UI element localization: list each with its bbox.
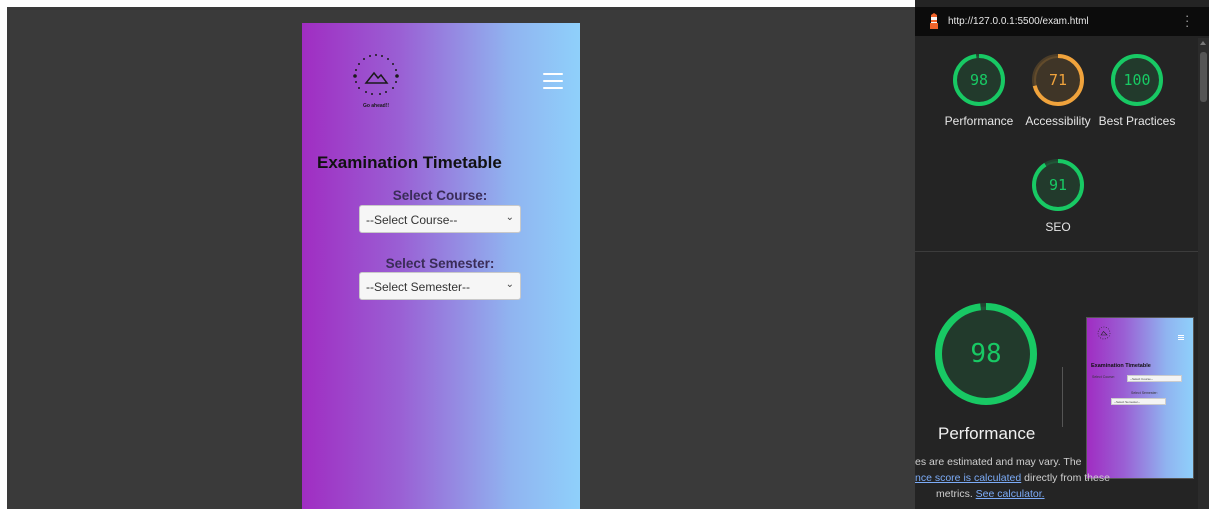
accessibility-score: 71 [1048,71,1068,89]
chevron-down-icon: ⌄ [505,279,514,290]
semester-select[interactable]: --Select Semester-- ⌄ [359,272,521,300]
performance-big-gauge: 98 [935,303,1037,405]
performance-gauge[interactable]: 98 [953,54,1005,106]
course-select[interactable]: --Select Course-- ⌄ [359,205,521,233]
performance-label: Performance [944,114,1014,128]
lighthouse-icon [930,13,938,29]
metrics-note-line2-text: directly from these [1021,472,1110,484]
scrollbar-thumb[interactable] [1200,52,1207,102]
logo-caption: Go ahead!! [363,103,389,109]
thumbnail-course-label: Select Course: [1092,375,1115,379]
mobile-preview: Go ahead!! Examination Timetable Select … [302,23,580,509]
performance-score: 98 [969,71,989,89]
seo-label: SEO [1045,220,1071,234]
best-practices-score: 100 [1123,71,1151,89]
page-screenshot-thumbnail[interactable]: Examination Timetable Select Course: --S… [1086,317,1194,479]
thumbnail-semester-select: --Select Semester-- [1111,398,1166,405]
report-url-bar: http://127.0.0.1:5500/exam.html · · · [915,7,1209,36]
vertical-divider [1062,367,1063,427]
semester-label: Select Semester: [385,256,495,271]
seo-gauge[interactable]: 91 [1032,159,1084,211]
thumbnail-logo [1097,326,1111,340]
thumbnail-title: Examination Timetable [1091,363,1151,369]
score-calculated-link[interactable]: nce score is calculated [915,472,1021,484]
logo: Go ahead!! [344,47,408,111]
section-divider [915,251,1198,252]
window-top-edge [7,0,915,7]
menu-icon[interactable] [543,73,563,89]
best-practices-gauge[interactable]: 100 [1111,54,1163,106]
scrollbar[interactable] [1198,38,1209,509]
metrics-note-line2: nce score is calculated directly from th… [915,470,1110,486]
accessibility-gauge[interactable]: 71 [1032,54,1084,106]
chevron-down-icon: ⌄ [505,212,514,223]
accessibility-label: Accessibility [1025,114,1091,128]
performance-big-label: Performance [938,424,1036,443]
more-vertical-icon[interactable]: · · · [1185,9,1189,32]
metrics-note-line1: es are estimated and may vary. The [915,456,1082,468]
lighthouse-panel: http://127.0.0.1:5500/exam.html · · · 98 P… [915,0,1209,509]
metrics-note-line3: metrics. See calculator. [936,486,1045,502]
page-title: Examination Timetable [317,153,502,172]
see-calculator-link[interactable]: See calculator. [976,488,1045,500]
best-practices-label: Best Practices [1098,114,1176,128]
thumbnail-semester-label: Select Semester: [1131,391,1158,395]
seo-score: 91 [1048,176,1068,194]
course-select-value: --Select Course-- [366,213,458,227]
course-label: Select Course: [392,188,488,203]
performance-big-score: 98 [970,339,1002,369]
metrics-note-line3-text: metrics. [936,488,976,500]
semester-select-value: --Select Semester-- [366,280,471,294]
report-url[interactable]: http://127.0.0.1:5500/exam.html [948,16,1089,27]
thumbnail-course-select: --Select Course-- [1127,375,1182,382]
window-edge [0,0,7,509]
thumbnail-menu-icon [1178,335,1184,340]
